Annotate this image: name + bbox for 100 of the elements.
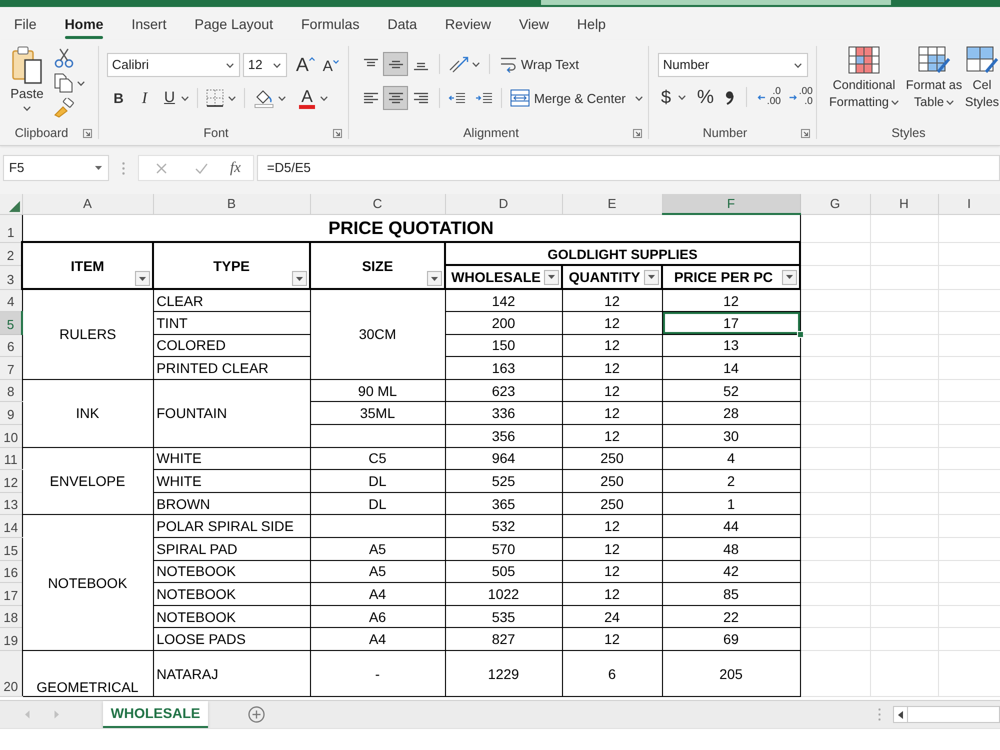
row-header[interactable]: 13 [0, 492, 22, 515]
column-header[interactable]: E [562, 194, 662, 214]
comma-icon[interactable] [724, 90, 734, 104]
row-header[interactable]: 4 [0, 289, 22, 312]
corner-arrow-icon[interactable] [801, 128, 810, 138]
menu-tab[interactable]: Data [373, 7, 432, 40]
menu-tab[interactable]: File [0, 7, 51, 40]
copy-icon[interactable] [54, 73, 73, 93]
name-box[interactable]: F5 [3, 155, 109, 181]
column-header[interactable]: B [153, 194, 310, 214]
increase-indent-icon[interactable] [475, 92, 493, 104]
caret-icon[interactable] [273, 62, 281, 68]
column-header[interactable]: C [310, 194, 445, 214]
search-field[interactable] [541, 0, 891, 5]
horizontal-scrollbar[interactable] [893, 706, 1000, 723]
column-header[interactable]: D [445, 194, 562, 214]
row-header[interactable]: 10 [0, 424, 22, 448]
row-header[interactable]: 19 [0, 628, 22, 650]
row-header[interactable]: 6 [0, 334, 22, 357]
grow-font-button[interactable]: A [296, 56, 315, 74]
caret-icon[interactable] [472, 62, 480, 66]
row-header[interactable]: 18 [0, 605, 22, 628]
column-header[interactable]: F [662, 194, 800, 214]
caret-icon[interactable] [77, 80, 85, 86]
caret-icon[interactable] [634, 96, 643, 100]
caret-icon[interactable] [228, 96, 236, 100]
percent-button[interactable]: % [697, 88, 714, 106]
triangle-icon[interactable] [8, 200, 20, 212]
vertical-dots-icon[interactable] [122, 162, 125, 175]
row-header[interactable]: 15 [0, 538, 22, 560]
italic-button[interactable]: I [136, 87, 153, 109]
row-header[interactable]: 12 [0, 470, 22, 492]
caret-icon[interactable] [278, 96, 286, 100]
caret-icon[interactable] [181, 96, 189, 100]
row-header[interactable]: 2 [0, 242, 22, 265]
caret-icon[interactable] [678, 94, 686, 100]
insert-function-button[interactable]: fx [230, 160, 241, 176]
decrease-decimal-button[interactable]: .00 .0 [788, 87, 813, 107]
paste-button[interactable]: Paste [8, 46, 46, 118]
number-format-field[interactable]: Number [658, 53, 808, 77]
row-header[interactable]: 9 [0, 402, 22, 425]
corner-arrow-icon[interactable] [333, 128, 342, 138]
caret-icon[interactable] [890, 100, 899, 105]
column-header[interactable]: I [938, 194, 1000, 214]
format-as-table-button[interactable]: Format as Table [903, 46, 965, 111]
row-header[interactable]: 1 [0, 214, 22, 242]
increase-decimal-button[interactable]: .0 .00 [756, 87, 781, 107]
column-header[interactable]: H [870, 194, 938, 214]
decrease-indent-icon[interactable] [448, 92, 466, 104]
filter-button[interactable] [292, 271, 307, 286]
caret-icon[interactable] [320, 96, 328, 100]
fill-handle[interactable] [796, 330, 804, 338]
paintbrush-icon[interactable] [54, 98, 74, 118]
sheet-tab[interactable]: WHOLESALE [103, 701, 208, 728]
align-middle-button[interactable] [383, 52, 408, 76]
conditional-formatting-button[interactable]: Conditional Formatting [825, 46, 903, 111]
menu-tab[interactable]: Review [431, 7, 505, 40]
menu-tab[interactable]: Insert [117, 7, 180, 40]
check-icon[interactable] [195, 162, 208, 174]
vertical-dots-icon[interactable] [878, 708, 881, 721]
plus-circle-icon[interactable] [248, 706, 265, 723]
caret-icon[interactable] [794, 62, 802, 68]
column-header[interactable]: G [800, 194, 870, 214]
corner-arrow-icon[interactable] [633, 128, 642, 138]
font-color-button[interactable]: A [299, 88, 315, 108]
angled-arrow-icon[interactable] [449, 55, 469, 73]
row-header[interactable]: 5 [0, 312, 22, 334]
menu-tab[interactable]: Help [563, 7, 620, 40]
menu-tab[interactable]: Formulas [287, 7, 374, 40]
cell-styles-button[interactable]: Cel Styles [965, 46, 999, 111]
scissors-icon[interactable] [54, 48, 74, 68]
align-center-button[interactable] [383, 86, 408, 110]
filter-button[interactable] [782, 270, 797, 284]
formula-field[interactable]: =D5/E5 [257, 155, 1000, 181]
currency-button[interactable]: $ [661, 88, 672, 106]
filter-button[interactable] [644, 270, 659, 284]
paint-bucket-icon[interactable] [254, 88, 274, 108]
underline-button[interactable]: U [161, 87, 178, 109]
menu-tab[interactable]: Page Layout [180, 7, 288, 40]
filter-button[interactable] [544, 270, 559, 284]
filter-button[interactable] [427, 271, 442, 286]
wrap-text-button[interactable]: Wrap Text [500, 55, 580, 73]
caret-icon[interactable] [226, 62, 234, 68]
row-header[interactable]: 8 [0, 379, 22, 402]
filter-button[interactable] [135, 271, 150, 286]
caret-icon[interactable] [23, 106, 31, 111]
row-header[interactable]: 16 [0, 560, 22, 583]
row-header[interactable]: 17 [0, 582, 22, 606]
borders-icon[interactable] [206, 89, 224, 107]
row-header[interactable]: 11 [0, 447, 22, 470]
corner-header[interactable] [0, 194, 22, 214]
row-header[interactable]: 7 [0, 356, 22, 380]
row-header[interactable]: 3 [0, 265, 22, 289]
row-header[interactable]: 20 [0, 650, 22, 696]
caret-icon[interactable] [95, 166, 102, 170]
bold-button[interactable]: B [110, 87, 127, 109]
caret-icon[interactable] [946, 100, 954, 105]
shrink-font-button[interactable]: A [322, 56, 339, 74]
font-name-field[interactable]: Calibri [107, 53, 240, 77]
row-header[interactable]: 14 [0, 514, 22, 538]
